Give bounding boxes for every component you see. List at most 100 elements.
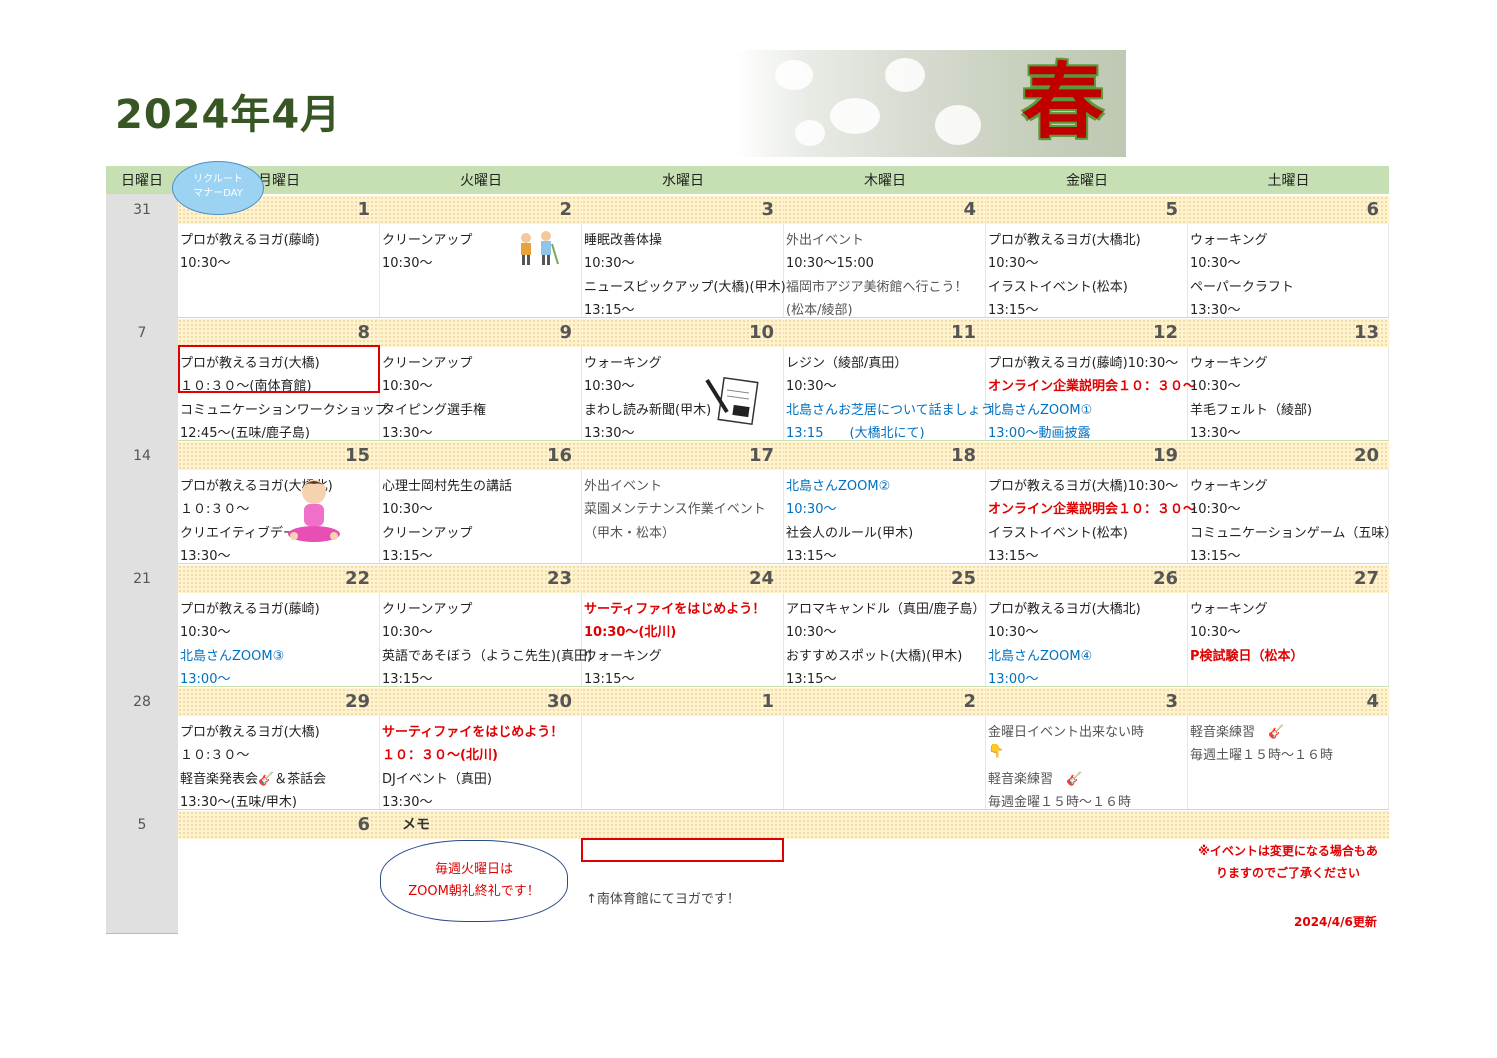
event-line: コミュニケーションワークショップ <box>180 403 388 418</box>
event-line: 13:00～ <box>180 672 231 687</box>
day-number: 1 <box>582 688 784 716</box>
day-cell[interactable]: 北島さんZOOM② 10:30～ 社会人のルール(甲木) 13:15～ <box>784 470 986 564</box>
event-line: 13:30～ <box>180 549 231 564</box>
day-cell[interactable]: クリーンアップ 10:30～ タイピング選手権 13:30～ <box>380 347 582 441</box>
day-cell[interactable]: ウォーキング 10:30～ 羊毛フェルト（綾部) 13:30～ <box>1188 347 1389 441</box>
day-cell[interactable]: プロが教えるヨガ(藤崎) 10:30～ <box>178 224 380 317</box>
event-line: 軽音楽発表会🎸＆茶話会 <box>180 772 327 787</box>
day-cell[interactable] <box>784 716 986 809</box>
day-cell[interactable]: プロが教えるヨガ(大橋北) 10:30～ イラストイベント(松本) 13:15～ <box>986 224 1188 318</box>
row-divider <box>178 317 1389 318</box>
day-cell[interactable]: 外出イベント 10:30～15:00 福岡市アジア美術館へ行こう！ (松本/綾部) <box>784 224 986 318</box>
event-line: 13:30～(五味/甲木) <box>180 795 297 810</box>
event-line: 北島さんZOOM② <box>786 479 891 494</box>
event-line: 心理士岡村先生の講話 <box>382 479 513 494</box>
event-line: 10:30～ <box>382 625 433 640</box>
event-line: 北島さんZOOM③ <box>180 649 285 664</box>
weekday-header: 木曜日 <box>784 166 987 194</box>
day-number: 8 <box>178 319 380 347</box>
day-cell[interactable]: ウォーキング 10:30～ ペーパークラフト 13:30～ <box>1188 224 1389 318</box>
memo-input-box[interactable] <box>581 838 784 862</box>
event-line: 10:30～ <box>180 256 231 271</box>
day-number: 13 <box>1188 319 1389 347</box>
event-line: 13:15～ <box>786 672 837 687</box>
yoga-girl-icon <box>288 480 340 542</box>
weekday-header: 金曜日 <box>986 166 1189 194</box>
event-line: 菜園メンテナンス作業イベント <box>584 502 766 517</box>
day-cell[interactable]: クリーンアップ 10:30～ 英語であそぼう（ようこ先生)(真田) 13:15～ <box>380 593 592 687</box>
event-line: 英語であそぼう（ようこ先生)(真田) <box>382 649 593 664</box>
change-notice: ※イベントは変更になる場合もあ りますのでご了承ください <box>1188 840 1388 884</box>
day-cell[interactable]: ウォーキング 10:30～ P検試験日（松本） <box>1188 593 1389 686</box>
day-cell[interactable]: 睡眠改善体操 10:30～ ニュースピックアップ(大橋)(甲木) 13:15～ <box>582 224 786 318</box>
day-cell[interactable]: プロが教えるヨガ(藤崎) 10:30～ 北島さんZOOM③ 13:00～ <box>178 593 380 687</box>
day-number: 19 <box>986 442 1188 470</box>
sunday-cell: 28 <box>106 686 178 810</box>
event-line: クリーンアップ <box>382 526 473 541</box>
weekday-header: 水曜日 <box>582 166 785 194</box>
event-line: サーティファイをはじめよう！ <box>584 602 766 617</box>
day-cell[interactable]: アロマキャンドル（真田/鹿子島） 10:30～ おすすめスポット(大橋)(甲木) 13… <box>784 593 986 687</box>
event-line: ニュースピックアップ(大橋)(甲木) <box>584 280 786 295</box>
event-line: 北島さんZOOM① <box>988 403 1093 418</box>
event-line: 10:30～ <box>988 625 1039 640</box>
day-cell[interactable]: ウォーキング 10:30～ コミュニケーションゲーム（五味） 13:15～ <box>1188 470 1397 564</box>
event-line: クリーンアップ <box>382 356 473 371</box>
notice-line: ※イベントは変更になる場合もあ <box>1198 844 1378 858</box>
day-cell[interactable]: プロが教えるヨガ(大橋) １０:３０～ 軽音楽発表会🎸＆茶話会 13:30～(五味/甲… <box>178 716 380 810</box>
day-cell[interactable]: 金曜日イベント出来ない時 👇 軽音楽練習 🎸 毎週金曜１５時～１６時 <box>986 716 1188 810</box>
day-number: 22 <box>178 565 380 593</box>
sunday-cell: 7 <box>106 317 178 441</box>
day-number: 6 <box>1188 196 1389 224</box>
event-line: プロが教えるヨガ(大橋北) <box>988 233 1141 248</box>
day-cell[interactable]: 心理士岡村先生の講話 10:30～ クリーンアップ 13:15～ <box>380 470 582 564</box>
event-line: まわし読み新聞(甲木) <box>584 403 712 418</box>
day-cell[interactable]: サーティファイをはじめよう！ １０：３０～(北川) DJイベント（真田) 13:30～ <box>380 716 582 810</box>
sunday-date: 21 <box>133 571 151 587</box>
event-line: イラストイベント(松本) <box>988 526 1128 541</box>
yoga-location-note: ↑南体育館にてヨガです！ <box>586 892 740 907</box>
event-line: 10:30～ <box>584 256 635 271</box>
event-line: 13:15～ <box>1190 549 1241 564</box>
day-number: 4 <box>1188 688 1389 716</box>
event-line: 13:15～ <box>584 303 635 318</box>
day-cell[interactable]: プロが教えるヨガ(大橋)10:30～ オンライン企業説明会１０：３０～ イラストイベ… <box>986 470 1196 564</box>
event-line: 10:30～(北川) <box>584 625 677 640</box>
zoom-notice-cloud: 毎週火曜日は ZOOM朝礼終礼です！ <box>380 840 568 922</box>
day-cell[interactable]: 外出イベント 菜園メンテナンス作業イベント （甲木・松本） <box>582 470 784 563</box>
event-line: 12:45～(五味/鹿子島) <box>180 426 310 441</box>
day-cell[interactable]: プロが教えるヨガ(大橋北) １０:３０～ クリエイティブデー 13:30～ <box>178 470 380 564</box>
row-divider <box>178 809 1389 810</box>
event-line: 金曜日イベント出来ない時 <box>988 725 1145 740</box>
day-cell[interactable]: プロが教えるヨガ(大橋北) 10:30～ 北島さんZOOM④ 13:00～ <box>986 593 1188 687</box>
day-cell[interactable]: 軽音楽練習 🎸 毎週土曜１５時～１６時 <box>1188 716 1389 809</box>
bubble-line: マナーDAY <box>193 188 243 199</box>
event-line: １０：３０～(北川) <box>382 748 498 763</box>
day-cell[interactable]: プロが教えるヨガ(藤崎)10:30～ オンライン企業説明会１０：３０～ 北島さんZO… <box>986 347 1196 441</box>
event-line: アロマキャンドル（真田/鹿子島） <box>786 602 986 617</box>
spring-kanji: 春 <box>1021 54 1104 150</box>
sunday-date: 31 <box>133 202 151 218</box>
cloud-line: 毎週火曜日は <box>434 862 513 877</box>
day-number: 2 <box>784 688 986 716</box>
event-line: 10:30～ <box>382 379 433 394</box>
event-line: 外出イベント <box>786 233 865 248</box>
day-cell[interactable]: レジン（綾部/真田） 10:30～ 北島さんお芝居について話ましょう 13:15 (大… <box>784 347 994 441</box>
event-line: ウォーキング <box>1190 479 1268 494</box>
event-line: 軽音楽練習 🎸 <box>1190 725 1285 740</box>
bubble-line: リクルート <box>193 174 243 185</box>
event-line: プロが教えるヨガ(大橋)10:30～ <box>988 479 1179 494</box>
day-cell[interactable] <box>582 716 784 809</box>
event-line: ウォーキング <box>584 649 662 664</box>
event-line: おすすめスポット(大橋)(甲木) <box>786 649 963 664</box>
day-number: 20 <box>1188 442 1389 470</box>
event-line: 13:30～ <box>382 795 433 810</box>
day-cell[interactable]: サーティファイをはじめよう！ 10:30～(北川) ウォーキング 13:15～ <box>582 593 784 687</box>
newspaper-pen-icon <box>705 376 759 426</box>
day-number: 9 <box>380 319 582 347</box>
day-number: 29 <box>178 688 380 716</box>
event-line: 13:00～ <box>988 672 1039 687</box>
event-line: P検試験日（松本） <box>1190 649 1304 664</box>
event-line: （甲木・松本） <box>584 526 676 541</box>
event-line: イラストイベント(松本) <box>988 280 1128 295</box>
